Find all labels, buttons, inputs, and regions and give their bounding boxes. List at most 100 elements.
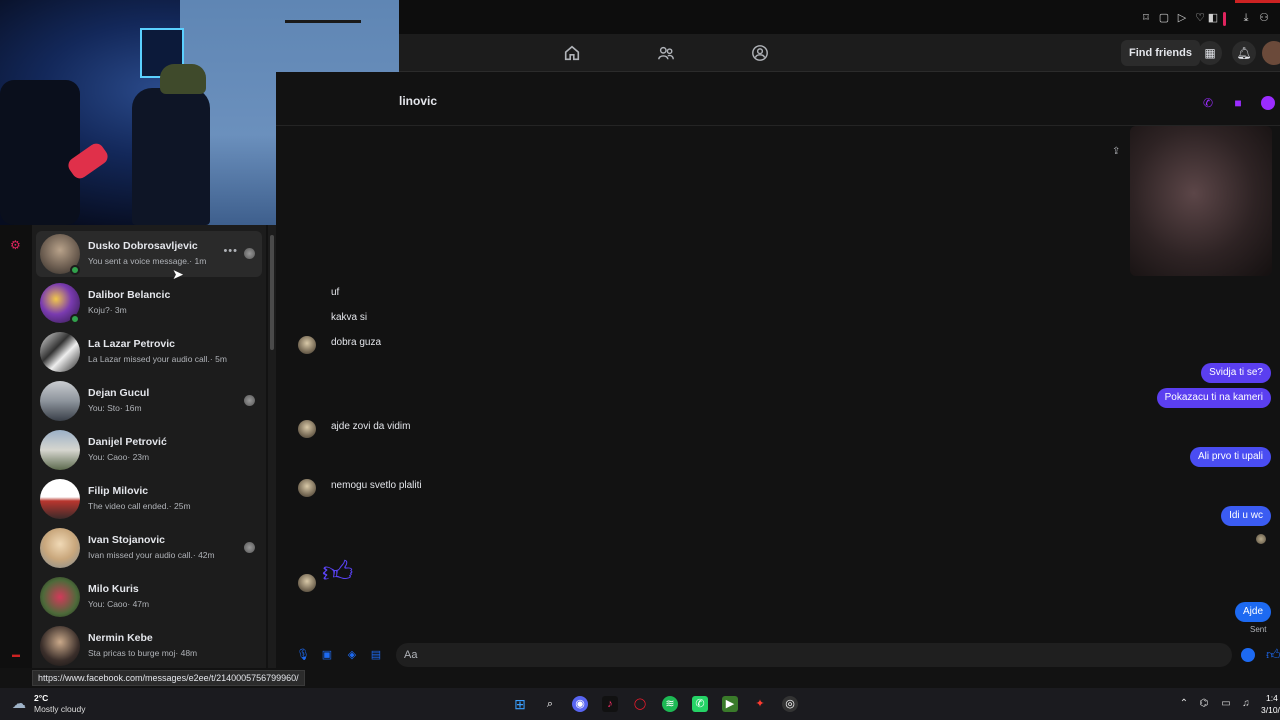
seen-avatar bbox=[244, 395, 255, 406]
thumbs-up-sticker: 👍︎ bbox=[322, 556, 354, 589]
discord-icon[interactable]: ◉ bbox=[572, 696, 588, 712]
webcam-cushion bbox=[160, 64, 206, 94]
chat-list-item[interactable]: La Lazar Petrovic La Lazar missed your a… bbox=[36, 329, 262, 375]
avatar bbox=[40, 430, 80, 470]
app-icon[interactable]: ▶ bbox=[722, 696, 738, 712]
seen-avatar bbox=[244, 542, 255, 553]
chat-list-item[interactable]: Filip Milovic The video call ended.· 25m bbox=[36, 476, 262, 522]
incoming-message: dobra guza bbox=[331, 337, 382, 348]
clock-date[interactable]: 3/10/ bbox=[1261, 705, 1280, 715]
conversation-title[interactable]: linovic bbox=[399, 94, 437, 108]
opera-icon[interactable]: ◯ bbox=[632, 696, 648, 712]
rail-indicator: ▬ bbox=[12, 650, 20, 659]
window-icon[interactable]: ▢ bbox=[1158, 12, 1170, 24]
webcam-chair-left bbox=[0, 80, 80, 225]
more-options-icon[interactable]: ••• bbox=[223, 245, 238, 257]
weather-temperature[interactable]: 2°C bbox=[34, 693, 48, 703]
chat-name: Dusko Dobrosavljevic bbox=[88, 240, 198, 252]
outgoing-message: Ajde bbox=[1234, 602, 1271, 622]
sticker-icon[interactable]: ◈ bbox=[346, 649, 358, 661]
profile-icon[interactable]: ⚇ bbox=[1258, 12, 1270, 24]
link-status-url: https://www.facebook.com/messages/e2ee/t… bbox=[32, 670, 305, 686]
windows-taskbar: ☁ 2°C Mostly cloudy ⊞ ⌕ ◉ ♪ ◯ ≋ ✆ ▶ ✦ ◎ … bbox=[0, 688, 1280, 720]
chat-name: Milo Kuris bbox=[88, 583, 139, 595]
monitor-icon[interactable]: ▭ bbox=[1220, 698, 1232, 710]
network-icon[interactable]: ⌬ bbox=[1198, 698, 1210, 710]
sender-avatar bbox=[298, 479, 316, 497]
chat-list-item[interactable]: Danijel Petrović You: Caoo· 23m bbox=[36, 427, 262, 473]
app-icon[interactable]: ✦ bbox=[752, 696, 768, 712]
avatar bbox=[40, 479, 80, 519]
find-friends-button[interactable]: Find friends bbox=[1121, 40, 1200, 66]
clock-time[interactable]: 1:4 bbox=[1266, 693, 1278, 703]
conversation-panel: linovic ✆ ■ ⇪ uf kakva si dobra guza Svi… bbox=[276, 72, 1280, 668]
play-icon[interactable]: ▷ bbox=[1176, 12, 1188, 24]
friends-icon[interactable] bbox=[657, 44, 675, 62]
video-call-icon[interactable]: ■ bbox=[1231, 96, 1245, 110]
chat-name: Dejan Gucul bbox=[88, 387, 150, 399]
chat-preview: Ivan missed your audio call.· 42m bbox=[88, 550, 215, 560]
avatar bbox=[40, 577, 80, 617]
weather-icon[interactable]: ☁ bbox=[12, 695, 30, 711]
incoming-message: uf bbox=[331, 287, 340, 298]
message-input[interactable] bbox=[396, 643, 1232, 667]
scrollbar-thumb[interactable] bbox=[270, 235, 274, 350]
notifications-icon[interactable]: 🔔︎ bbox=[1232, 41, 1256, 65]
chat-list-item[interactable]: Ivan Stojanovic Ivan missed your audio c… bbox=[36, 525, 262, 571]
chat-list-item[interactable]: Nermin Kebe Sta pricas to burge moj· 48m bbox=[36, 623, 262, 668]
audio-call-icon[interactable]: ✆ bbox=[1201, 96, 1215, 110]
image-icon[interactable]: ▣ bbox=[321, 649, 333, 661]
account-avatar[interactable] bbox=[1262, 41, 1280, 65]
chat-list-item[interactable]: Dusko Dobrosavljevic You sent a voice me… bbox=[36, 231, 262, 277]
chat-preview: You: Caoo· 47m bbox=[88, 599, 150, 609]
settings-icon[interactable]: ⚙ bbox=[10, 239, 22, 251]
gif-icon[interactable]: ▤ bbox=[370, 649, 382, 661]
tab-indicator bbox=[1235, 0, 1280, 3]
info-icon[interactable] bbox=[1261, 96, 1275, 110]
home-icon[interactable] bbox=[563, 44, 581, 62]
windows-start-icon[interactable]: ⊞ bbox=[512, 696, 528, 712]
message-composer: 🎙︎ ▣ ◈ ▤ 👍︎ bbox=[276, 642, 1280, 668]
chat-list-scrollbar[interactable] bbox=[268, 225, 276, 668]
chat-name: Filip Milovic bbox=[88, 485, 149, 497]
tiktok-icon[interactable]: ♪ bbox=[602, 696, 618, 712]
download-icon[interactable]: ⤓ bbox=[1240, 12, 1252, 24]
chat-preview: Koju?· 3m bbox=[88, 305, 127, 315]
sender-avatar bbox=[298, 574, 316, 592]
chrome-icon[interactable]: ◎ bbox=[782, 696, 798, 712]
chat-name: Nermin Kebe bbox=[88, 632, 153, 644]
extension-icon[interactable]: ◧ bbox=[1207, 12, 1219, 24]
menu-grid-icon[interactable]: ▦ bbox=[1198, 41, 1222, 65]
chat-list-item[interactable]: Dejan Gucul You: Sto· 16m bbox=[36, 378, 262, 424]
chat-list-item[interactable]: Milo Kuris You: Caoo· 47m bbox=[36, 574, 262, 620]
volume-icon[interactable]: ♫ bbox=[1240, 698, 1252, 710]
like-icon[interactable]: 👍︎ bbox=[1266, 646, 1280, 663]
online-indicator bbox=[70, 265, 80, 275]
bookmark-icon[interactable]: ⌑ bbox=[1140, 12, 1152, 24]
search-icon[interactable]: ⌕ bbox=[542, 696, 558, 712]
sender-avatar bbox=[298, 420, 316, 438]
chat-list-item[interactable]: Dalibor Belancic Koju?· 3m bbox=[36, 280, 262, 326]
tray-overflow-icon[interactable]: ⌃ bbox=[1178, 698, 1190, 710]
groups-icon[interactable] bbox=[751, 44, 769, 62]
avatar bbox=[40, 528, 80, 568]
call-video-preview[interactable] bbox=[1130, 126, 1272, 276]
chat-list: Dusko Dobrosavljevic You sent a voice me… bbox=[32, 225, 266, 668]
seen-receipt bbox=[1256, 534, 1266, 544]
chat-name: Dalibor Belancic bbox=[88, 289, 171, 301]
facebook-topbar: Find friends ▦ 🔔︎ bbox=[399, 34, 1280, 72]
webcam-gaming-chair bbox=[132, 88, 210, 225]
share-icon[interactable]: ⇪ bbox=[1112, 146, 1120, 157]
incoming-message: ajde zovi da vidim bbox=[331, 421, 411, 432]
whatsapp-icon[interactable]: ✆ bbox=[692, 696, 708, 712]
weather-description[interactable]: Mostly cloudy bbox=[34, 704, 86, 714]
avatar bbox=[40, 332, 80, 372]
webcam-shelf bbox=[285, 20, 361, 23]
spotify-icon[interactable]: ≋ bbox=[662, 696, 678, 712]
sent-status: Sent bbox=[1250, 625, 1267, 634]
emoji-icon[interactable] bbox=[1241, 648, 1255, 662]
heart-icon[interactable]: ♡ bbox=[1194, 12, 1206, 24]
sender-avatar bbox=[298, 336, 316, 354]
chat-preview: You: Caoo· 23m bbox=[88, 452, 150, 462]
microphone-icon[interactable]: 🎙︎ bbox=[296, 649, 310, 661]
